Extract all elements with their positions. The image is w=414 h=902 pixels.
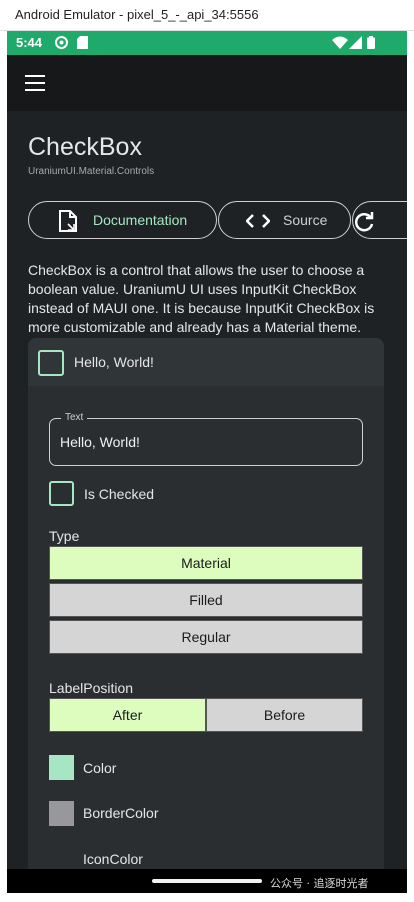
is-checked-checkbox[interactable]: [49, 481, 74, 506]
label-position-before[interactable]: Before: [206, 698, 363, 732]
wifi-icon: [332, 36, 348, 49]
navigation-bar: 公众号 · 追逐时光者: [7, 869, 407, 893]
icon-color-label: IconColor: [83, 851, 143, 867]
watermark: 公众号 · 追逐时光者: [270, 877, 369, 890]
type-option-regular[interactable]: Regular: [49, 620, 363, 654]
refresh-icon: [354, 212, 374, 232]
border-color-swatch[interactable]: [49, 801, 74, 826]
cell-signal-icon: [349, 36, 362, 49]
settings-status-icon: [55, 36, 68, 49]
label-position-after[interactable]: After: [49, 698, 206, 732]
home-gesture-handle[interactable]: [152, 879, 262, 883]
app-bar: [7, 55, 407, 111]
window-title: Android Emulator - pixel_5_-_api_34:5556: [15, 7, 259, 22]
page-title: CheckBox: [28, 133, 142, 161]
status-bar: 5:44: [7, 31, 407, 55]
document-icon: [59, 210, 77, 232]
tab-documentation-label: Documentation: [93, 212, 188, 228]
menu-icon[interactable]: [25, 75, 45, 91]
type-option-material[interactable]: Material: [49, 546, 363, 580]
text-field[interactable]: Text Hello, World!: [49, 412, 363, 466]
status-time: 5:44: [16, 35, 43, 50]
type-label: Type: [49, 528, 80, 544]
sd-card-status-icon: [77, 36, 88, 49]
description-text: CheckBox is a control that allows the us…: [28, 262, 375, 335]
tab-source-label: Source: [283, 212, 328, 228]
code-icon: [246, 214, 270, 228]
color-label: Color: [83, 760, 117, 776]
hello-world-label: Hello, World!: [74, 354, 154, 370]
tab-source[interactable]: Source: [218, 201, 351, 239]
text-field-label: Text: [61, 412, 88, 423]
color-swatch[interactable]: [49, 755, 74, 780]
label-position-label: LabelPosition: [49, 680, 134, 696]
demo-preview: Hello, World!: [28, 338, 384, 386]
emulator-title-bar: Android Emulator - pixel_5_-_api_34:5556: [0, 0, 414, 31]
phone-screen: 5:44 CheckBox UraniumUI.Material.Control…: [7, 31, 407, 893]
page-subtitle: UraniumUI.Material.Controls: [28, 166, 155, 177]
tab-refresh[interactable]: [352, 201, 407, 239]
hello-world-checkbox[interactable]: [38, 350, 64, 376]
is-checked-label: Is Checked: [84, 486, 155, 502]
type-option-filled[interactable]: Filled: [49, 583, 363, 617]
tab-documentation[interactable]: Documentation: [28, 201, 217, 239]
demo-card: Hello, World! Text Hello, World! Is Chec…: [28, 338, 384, 893]
border-color-label: BorderColor: [83, 805, 159, 821]
text-field-value: Hello, World!: [60, 434, 140, 450]
battery-icon: [367, 36, 375, 49]
